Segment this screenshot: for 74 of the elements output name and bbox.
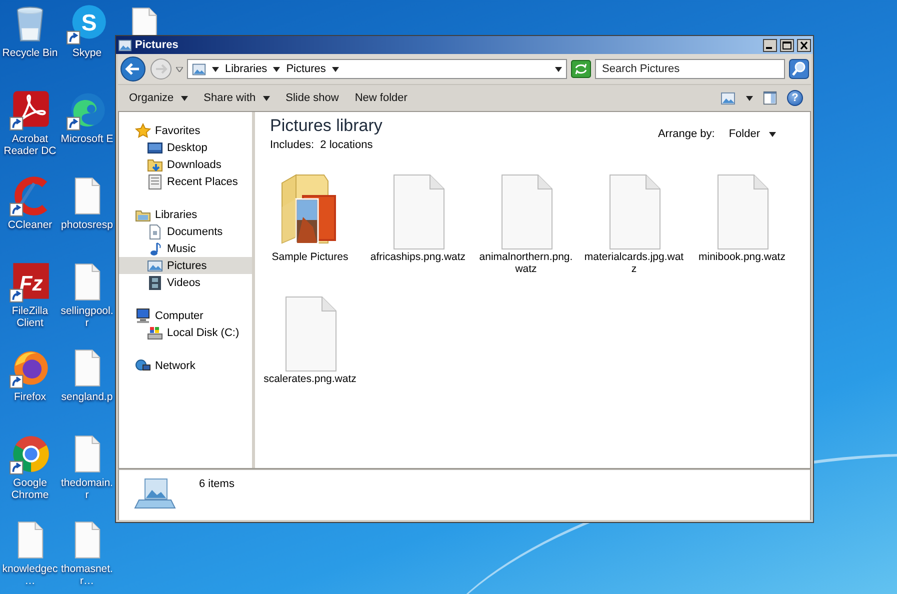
icon-label[interactable]: photosresp [61, 219, 113, 231]
recent-icon [147, 174, 163, 190]
file-name[interactable]: scalerates.png.watz [260, 373, 360, 385]
search-field[interactable]: Search Pictures [595, 59, 785, 79]
file-name[interactable]: animalnorthern.png.watz [476, 251, 576, 275]
back-button-icon[interactable] [120, 56, 146, 82]
address-field[interactable]: Libraries Pictures [187, 59, 567, 79]
file-name[interactable]: minibook.png.watz [692, 251, 792, 263]
nav-item[interactable]: Local Disk (C:) [119, 324, 252, 341]
minimize-icon[interactable] [763, 38, 777, 52]
icon-label[interactable]: Skype [72, 47, 102, 59]
file-name[interactable]: materialcards.jpg.watz [584, 251, 684, 275]
nav-item[interactable]: Music [119, 240, 252, 257]
pictures-icon [192, 62, 206, 76]
videos-icon [147, 274, 163, 290]
file-name[interactable]: Sample Pictures [260, 251, 360, 263]
icon-label[interactable]: sengland.p [61, 391, 113, 403]
icon-label[interactable]: thedomain.r [60, 477, 114, 501]
shortcut-pdf-app-icon[interactable] [9, 89, 51, 131]
nav-item[interactable]: Recent Places [119, 173, 252, 190]
icon-label[interactable]: Microsoft E [60, 133, 114, 145]
close-icon[interactable] [797, 38, 811, 52]
arrange-dropdown[interactable]: Folder [728, 128, 776, 140]
icon-label[interactable]: Acrobat Reader DC [0, 133, 60, 157]
desktop-icon [147, 140, 163, 156]
nav-item[interactable]: Favorites [119, 122, 252, 139]
icon-label[interactable]: FileZilla Client [0, 305, 60, 329]
refresh-icon[interactable] [571, 60, 591, 78]
toolbar-button[interactable]: New folder [348, 89, 414, 107]
view-options-icon[interactable] [720, 92, 736, 104]
icon-label[interactable]: sellingpool.r [60, 305, 114, 329]
computer-icon [135, 308, 151, 324]
item-count: 6 items [199, 478, 234, 492]
nav-item[interactable]: Desktop [119, 139, 252, 156]
arrange-label: Arrange by: [658, 128, 715, 140]
caret-icon [180, 96, 188, 100]
preview-pane-icon[interactable] [763, 90, 777, 106]
library-title: Pictures library [270, 116, 382, 136]
file-name[interactable]: africaships.png.watz [368, 251, 468, 263]
network-icon [135, 358, 151, 374]
nav-item[interactable]: Pictures [119, 257, 252, 274]
nav-item[interactable]: Computer [119, 307, 252, 324]
icon-label[interactable]: Google Chrome [0, 477, 60, 501]
library-locations[interactable]: Includes: 2 locations [270, 139, 382, 151]
toolbar-button[interactable]: Organize [122, 89, 195, 107]
star-icon [135, 122, 151, 138]
nav-item[interactable]: Videos [119, 274, 252, 291]
pictures-icon [118, 38, 132, 52]
nav-item[interactable]: Downloads [119, 156, 252, 173]
breadcrumb-item[interactable]: Libraries [225, 63, 268, 75]
shortcut-browser-icon[interactable] [9, 433, 51, 475]
caret-icon[interactable] [273, 66, 280, 72]
documents-icon [147, 224, 163, 240]
search-icon[interactable] [789, 59, 809, 79]
maximize-icon[interactable] [780, 38, 794, 52]
caret-icon[interactable] [746, 96, 753, 100]
icon-label[interactable]: Firefox [14, 391, 46, 403]
window-title: Pictures [135, 39, 180, 51]
nav-item[interactable]: Documents [119, 223, 252, 240]
toolbar-button[interactable]: Share with [196, 89, 277, 107]
toolbar-button[interactable]: Slide show [278, 89, 346, 107]
downloads-icon [147, 156, 163, 172]
nav-item[interactable]: Libraries [119, 206, 252, 223]
icon-label[interactable]: CCleaner [8, 219, 52, 231]
dropdown-caret-icon[interactable] [555, 66, 562, 72]
nav-item[interactable]: Network [119, 357, 252, 374]
caret-icon[interactable] [212, 66, 219, 72]
breadcrumb-item[interactable]: Pictures [286, 63, 326, 75]
caret-icon [769, 132, 776, 136]
caret-icon [262, 96, 270, 100]
caret-icon[interactable] [332, 66, 339, 72]
pictures-icon [147, 258, 163, 274]
icon-label[interactable]: Recycle Bin [2, 47, 58, 59]
disk-icon [147, 324, 163, 340]
